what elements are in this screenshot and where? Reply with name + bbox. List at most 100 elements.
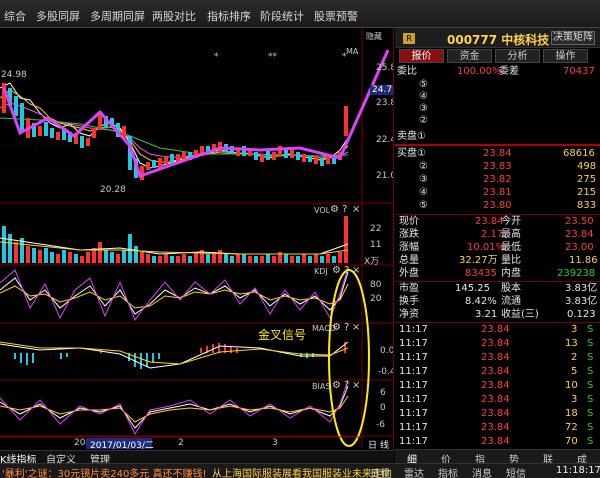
bias-label-1: 6 (380, 388, 386, 398)
tab-link[interactable]: 联 (543, 451, 553, 463)
tick-row: 11:17 23.84 2 S (399, 352, 594, 363)
ratio-row: 委比 100.00% 委差 70437 (395, 66, 600, 78)
tab-detail[interactable]: 细 (407, 451, 417, 463)
price-label-1: 25.8 (376, 63, 393, 73)
macd-label-2: -0.4 (378, 367, 394, 377)
tab-index[interactable]: 指 (475, 451, 485, 463)
quote-tabs: 报价 资金 分析 操作 (395, 49, 600, 63)
news-ticker-marquee[interactable]: 从上海国际服装展看我国服装业未来走向 (212, 465, 392, 478)
buy-order-row: ③ 23.82 275 (419, 174, 597, 185)
tick-row: 11:17 23.84 3 S (399, 324, 594, 335)
vol-gear-icon[interactable]: ⚙ (330, 204, 339, 215)
tab-deal[interactable]: 成 (577, 451, 587, 463)
status-bar: '暴利'之谜：30元镜片卖240多元 真还不赚钱! 从上海国际服装展看我国服装业… (0, 463, 600, 478)
ma-line-yellow (0, 89, 349, 163)
star-mark-2: ** (268, 52, 277, 62)
tick-row: 11:17 23.84 72 S (399, 422, 594, 433)
bias-help-icon[interactable]: ? (344, 380, 349, 391)
diff-label: 委差 (499, 66, 519, 77)
ma-tag: MA (346, 47, 359, 56)
macd-gear-icon[interactable]: ⚙ (332, 322, 341, 333)
period-day-button[interactable]: 日 (368, 438, 377, 450)
buy-order-row: 买盘① 23.84 68616 (397, 148, 595, 159)
buy-order-row: ④ 23.81 215 (419, 187, 597, 198)
sell-order-row: ② (419, 115, 428, 126)
date-label-1: 20 (74, 438, 86, 448)
bias-label-3: -6 (376, 420, 385, 430)
price-label-4: 22.4 (376, 135, 393, 145)
tab-operate[interactable]: 操作 (543, 49, 588, 63)
diff-value: 70437 (563, 66, 595, 77)
macd-label-1: 0.0 (380, 346, 394, 356)
sell-order-row: ④ (419, 91, 428, 102)
menu-item-multi-stock[interactable]: 多股同屏 (36, 8, 80, 24)
decision-matrix-button[interactable]: 决策矩阵 (551, 31, 595, 45)
tick-row: 11:17 23.84 18 S (399, 408, 594, 419)
ratio-label: 委比 (397, 66, 417, 77)
bias-line-white (0, 385, 349, 429)
date-label-2: 2017/01/03/二 (90, 441, 154, 450)
macd-help-icon[interactable]: ? (344, 322, 349, 333)
quote-divider (395, 214, 600, 215)
bias-close-icon[interactable]: × (352, 380, 360, 391)
vol-label-2: 11 (370, 240, 382, 250)
hide-label[interactable]: 隐藏 (366, 31, 382, 42)
quote-row: 涨跌 2.17 最高 23.84 (399, 229, 594, 240)
radar-button[interactable]: 雷达 (404, 465, 424, 478)
menu-item-compare[interactable]: 两股对比 (152, 8, 196, 24)
tab-analysis[interactable]: 分析 (495, 49, 540, 63)
quote-panel: R 000777 中核科技 决策矩阵 报价 资金 分析 操作 委比 100.00… (395, 28, 600, 463)
tick-row: 11:17 23.84 10 S (399, 380, 594, 391)
quote-row: 涨幅 10.01% 最低 23.00 (399, 242, 594, 253)
kdj-label-1: 80 (370, 280, 382, 290)
menu-item-indicator-sort[interactable]: 指标排序 (207, 8, 251, 24)
signal-highlight-ellipse (328, 269, 370, 447)
quote-row: 现价 23.84 今开 23.50 (399, 216, 594, 227)
schedule-button[interactable]: 日程 (370, 465, 390, 478)
macd-dea-line (0, 341, 349, 365)
kdj-tag: KDJ (314, 267, 328, 276)
indicator-button[interactable]: 指标 (438, 465, 458, 478)
message-button[interactable]: 消息 (472, 465, 492, 478)
tab-quote[interactable]: 报价 (399, 49, 444, 63)
menu-item-stage-stats[interactable]: 阶段统计 (260, 8, 304, 24)
kdj-close-icon[interactable]: × (352, 265, 360, 276)
r-badge: R (403, 33, 415, 44)
quote-view-tabs: 细 价 指 势 联 成 (395, 449, 600, 463)
vol-close-icon[interactable]: × (352, 204, 360, 215)
chart-area[interactable]: 隐藏 MA 25.8 24.71 23.8 22.4 21.0 24.98 20… (0, 28, 394, 450)
star-mark-3: * (342, 52, 347, 62)
star-mark-1: * (214, 52, 219, 62)
tick-row: 11:17 23.84 3 S (399, 394, 594, 405)
macd-close-icon[interactable]: × (352, 322, 360, 333)
quote-row: 净资 3.21 收益(三) 0.123 (399, 309, 596, 320)
kdj-gear-icon[interactable]: ⚙ (332, 265, 341, 276)
date-label-4: 3 (272, 438, 278, 448)
clock: 11:18:17 (556, 465, 600, 476)
kdj-help-icon[interactable]: ? (344, 265, 349, 276)
sell-order-row: ③ (419, 103, 428, 114)
vol-help-icon[interactable]: ? (342, 204, 347, 215)
menu-item-overview[interactable]: 综合 (4, 8, 26, 24)
menu-item-stock-alert[interactable]: 股票预警 (314, 8, 358, 24)
tab-price[interactable]: 价 (441, 451, 451, 463)
tick-row: 11:17 23.84 5 S (399, 366, 594, 377)
tab-funds[interactable]: 资金 (447, 49, 492, 63)
indicator-tabs: K线指标 自定义 管理 (0, 450, 394, 466)
news-ticker-left[interactable]: '暴利'之谜：30元镜片卖240多元 真还不赚钱! (2, 465, 207, 478)
vol-tag: VOL (314, 206, 331, 215)
bias-tag: BIAS (312, 382, 331, 391)
vol-unit: X万 (364, 257, 380, 267)
bias-gear-icon[interactable]: ⚙ (332, 380, 341, 391)
vol-label-1: 22 (370, 224, 382, 234)
tick-row: 11:17 23.84 70 S (399, 436, 594, 447)
sms-button[interactable]: 短信 (506, 465, 526, 478)
period-line-button[interactable]: 线 (380, 438, 389, 450)
golden-cross-annotation: 金叉信号 (258, 328, 307, 342)
stock-title: 000777 中核科技 (447, 33, 550, 47)
ratio-value: 100.00% (457, 66, 502, 77)
bias-line-yellow (0, 395, 349, 423)
quote-row: 换手 8.42% 流通 3.83亿 (399, 296, 598, 307)
menu-item-multi-period[interactable]: 多周期同屏 (90, 8, 145, 24)
tab-trend[interactable]: 势 (509, 451, 519, 463)
